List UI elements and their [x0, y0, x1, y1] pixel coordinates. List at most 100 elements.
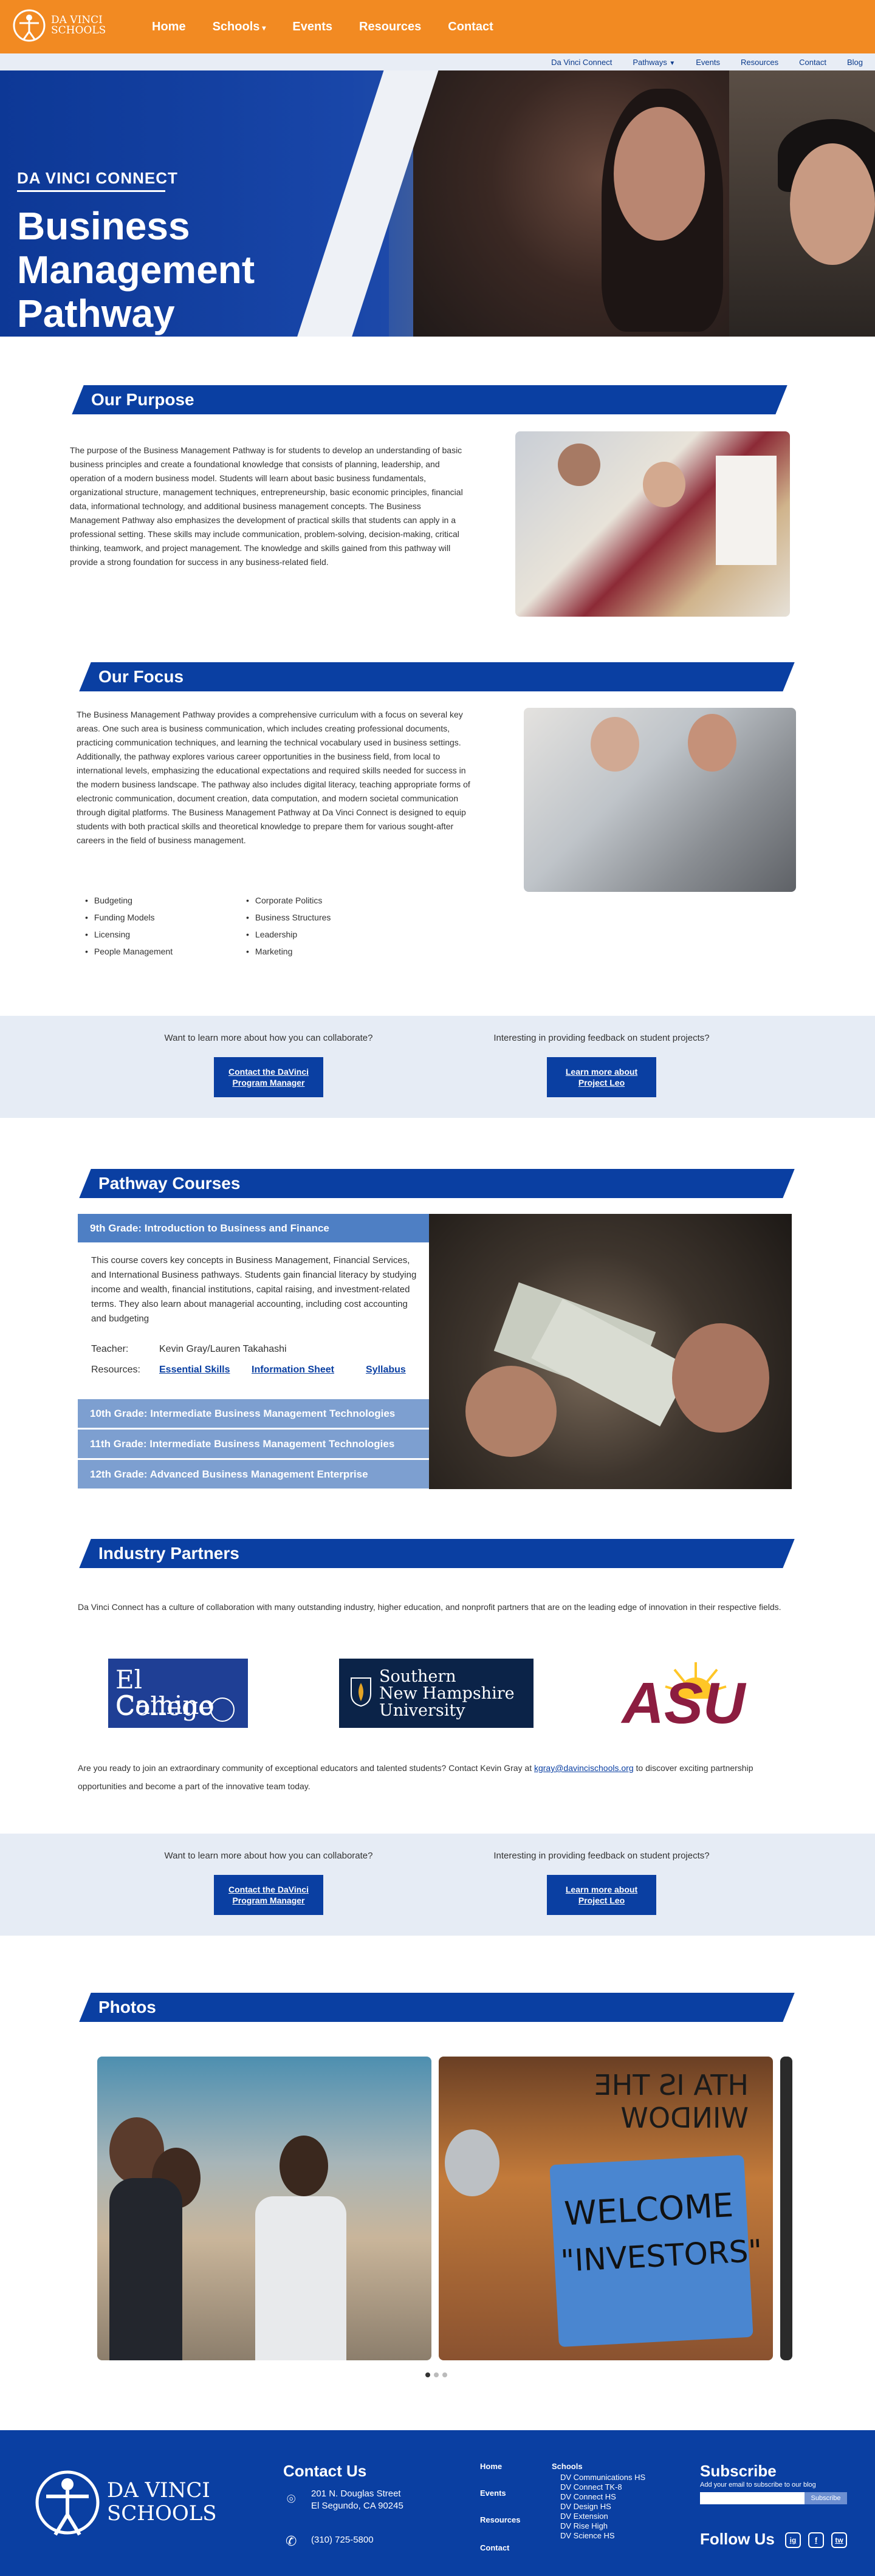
course-photo-hand-1	[465, 1366, 557, 1457]
contact-program-manager-button[interactable]: Contact the DaVinci Program Manager	[214, 1875, 323, 1915]
subscribe-subtext: Add your email to subscribe to our blog	[700, 2481, 816, 2489]
address-line1: 201 N. Douglas Street	[311, 2489, 401, 2499]
focus-photo-face-1	[591, 717, 639, 772]
instagram-icon[interactable]: ig	[785, 2532, 801, 2548]
nav-schools[interactable]: Schools ▾	[213, 20, 266, 34]
subscribe-heading: Subscribe	[700, 2462, 777, 2480]
subscribe-button[interactable]: Subscribe	[805, 2492, 847, 2504]
cta-question-feedback: Interesting in providing feedback on stu…	[493, 1851, 710, 1861]
shield-icon	[351, 1677, 371, 1707]
logo-text-line2: SCHOOLS	[51, 24, 106, 36]
footer-nav-resources[interactable]: Resources	[480, 2515, 520, 2524]
follow-us-heading: Follow Us	[700, 2530, 775, 2548]
hero-photo-face-2	[790, 143, 875, 265]
cta-question-feedback: Interesting in providing feedback on stu…	[493, 1033, 710, 1043]
focus-list-left: Budgeting Funding Models Licensing Peopl…	[85, 892, 243, 960]
subnav-resources[interactable]: Resources	[741, 58, 778, 67]
sub-nav: Da Vinci Connect Pathways ▼ Events Resou…	[0, 53, 875, 70]
list-item: Budgeting	[85, 892, 243, 909]
partners-outro: Are you ready to join an extraordinary c…	[78, 1759, 795, 1795]
gallery-photo-face-3	[280, 2136, 328, 2196]
hero-kicker: DA VINCI CONNECT	[17, 169, 178, 187]
list-item: Corporate Politics	[246, 892, 404, 909]
focus-photo	[524, 708, 796, 892]
footer-nav-contact[interactable]: Contact	[480, 2543, 509, 2552]
purpose-photo-face-1	[558, 444, 600, 486]
page-title: Business Management Pathway	[17, 204, 357, 335]
course-title: 11th Grade: Intermediate Business Manage…	[90, 1437, 395, 1450]
course-accordion-10th-grade[interactable]: 10th Grade: Intermediate Business Manage…	[78, 1399, 429, 1428]
gallery-photo-next-peek[interactable]	[780, 2057, 792, 2360]
list-item: People Management	[85, 943, 243, 960]
chevron-down-icon: ▾	[262, 23, 266, 32]
project-leo-button[interactable]: Learn more about Project Leo	[547, 1875, 656, 1915]
subnav-pathways[interactable]: Pathways ▼	[633, 58, 675, 67]
school-link[interactable]: DV Rise High	[560, 2521, 608, 2530]
carousel-dot-active[interactable]	[425, 2372, 430, 2377]
footer-nav-events[interactable]: Events	[480, 2489, 506, 2498]
asu-logo[interactable]: ASU	[608, 1662, 766, 1733]
map-pin-icon: ⌾	[287, 2491, 296, 2507]
essential-skills-link[interactable]: Essential Skills	[159, 1365, 230, 1375]
main-nav: Home Schools ▾ Events Resources Contact	[152, 0, 493, 53]
carousel-dot[interactable]	[442, 2372, 447, 2377]
subscribe-email-input[interactable]	[700, 2492, 805, 2504]
school-link[interactable]: DV Connect HS	[560, 2492, 616, 2501]
course-accordion-11th-grade[interactable]: 11th Grade: Intermediate Business Manage…	[78, 1430, 429, 1458]
purpose-photo-face-2	[643, 462, 685, 507]
subnav-contact[interactable]: Contact	[799, 58, 826, 67]
top-navbar: DA VINCI SCHOOLS Home Schools ▾ Events Re…	[0, 0, 875, 53]
subnav-da-vinci-connect[interactable]: Da Vinci Connect	[551, 58, 612, 67]
sign-line1: WELCOME	[563, 2185, 735, 2233]
nav-contact[interactable]: Contact	[448, 20, 493, 34]
welcome-sign: WELCOME "INVESTORS"	[549, 2154, 763, 2348]
asu-letters: ASU	[622, 1671, 746, 1736]
address-line2: El Segundo, CA 90245	[311, 2501, 403, 2511]
school-link[interactable]: DV Science HS	[560, 2531, 615, 2540]
da-vinci-logo[interactable]: DA VINCI SCHOOLS	[12, 6, 109, 45]
gallery-photo-shirt	[255, 2196, 346, 2360]
gallery-photo-students[interactable]	[97, 2057, 431, 2360]
school-link[interactable]: DV Communications HS	[560, 2473, 645, 2482]
school-link[interactable]: DV Design HS	[560, 2502, 611, 2511]
contact-program-manager-button[interactable]: Contact the DaVinci Program Manager	[214, 1057, 323, 1097]
syllabus-link[interactable]: Syllabus	[366, 1365, 406, 1375]
carousel-dot[interactable]	[434, 2372, 439, 2377]
project-leo-button[interactable]: Learn more about Project Leo	[547, 1057, 656, 1097]
school-link[interactable]: DV Extension	[560, 2512, 608, 2521]
teacher-name: Kevin Gray/Lauren Takahashi	[159, 1344, 287, 1354]
focus-photo-face-2	[688, 714, 736, 772]
focus-heading-bar	[79, 662, 795, 691]
snhu-logo[interactable]: Southern New Hampshire University	[339, 1659, 534, 1728]
site-footer: DA VINCI SCHOOLS Contact Us ⌾ 201 N. Dou…	[0, 2430, 875, 2576]
nav-home[interactable]: Home	[152, 20, 186, 34]
subnav-blog[interactable]: Blog	[847, 58, 863, 67]
information-sheet-link[interactable]: Information Sheet	[252, 1365, 334, 1375]
facebook-icon[interactable]: f	[808, 2532, 824, 2548]
courses-heading: Pathway Courses	[98, 1174, 241, 1193]
snhu-line2: New Hampshire	[379, 1684, 515, 1703]
balloon-icon	[445, 2129, 499, 2196]
course-title: 9th Grade: Introduction to Business and …	[90, 1222, 329, 1234]
course-accordion-9th-grade[interactable]: 9th Grade: Introduction to Business and …	[78, 1214, 429, 1242]
twitter-icon[interactable]: tw	[831, 2532, 847, 2548]
window-lettering: HTA IS THE WINDOW	[594, 2069, 749, 2134]
course-accordion-12th-grade[interactable]: 12th Grade: Advanced Business Management…	[78, 1460, 429, 1488]
page-title-line2: Management	[17, 248, 255, 292]
phone-link[interactable]: (310) 725-5800	[311, 2535, 374, 2545]
email-link[interactable]: kgray@davincischools.org	[534, 1763, 634, 1773]
subnav-events[interactable]: Events	[696, 58, 720, 67]
resources-label: Resources:	[91, 1365, 140, 1375]
footer-nav-home[interactable]: Home	[480, 2462, 502, 2471]
footer-logo[interactable]	[34, 2463, 101, 2542]
gallery-photo-welcome-sign[interactable]: HTA IS THE WINDOW WELCOME "INVESTORS"	[439, 2057, 773, 2360]
el-camino-college-logo[interactable]: El Camino College	[108, 1659, 248, 1728]
schools-heading: Schools	[552, 2462, 583, 2471]
school-link[interactable]: DV Connect TK-8	[560, 2482, 622, 2492]
nav-events[interactable]: Events	[292, 20, 332, 34]
nav-resources[interactable]: Resources	[359, 20, 421, 34]
purpose-photo	[515, 431, 790, 617]
list-item: Leadership	[246, 926, 404, 943]
collaborate-cta-band-2: Want to learn more about how you can col…	[0, 1834, 875, 1936]
sign-line2: "INVESTORS"	[560, 2233, 763, 2279]
